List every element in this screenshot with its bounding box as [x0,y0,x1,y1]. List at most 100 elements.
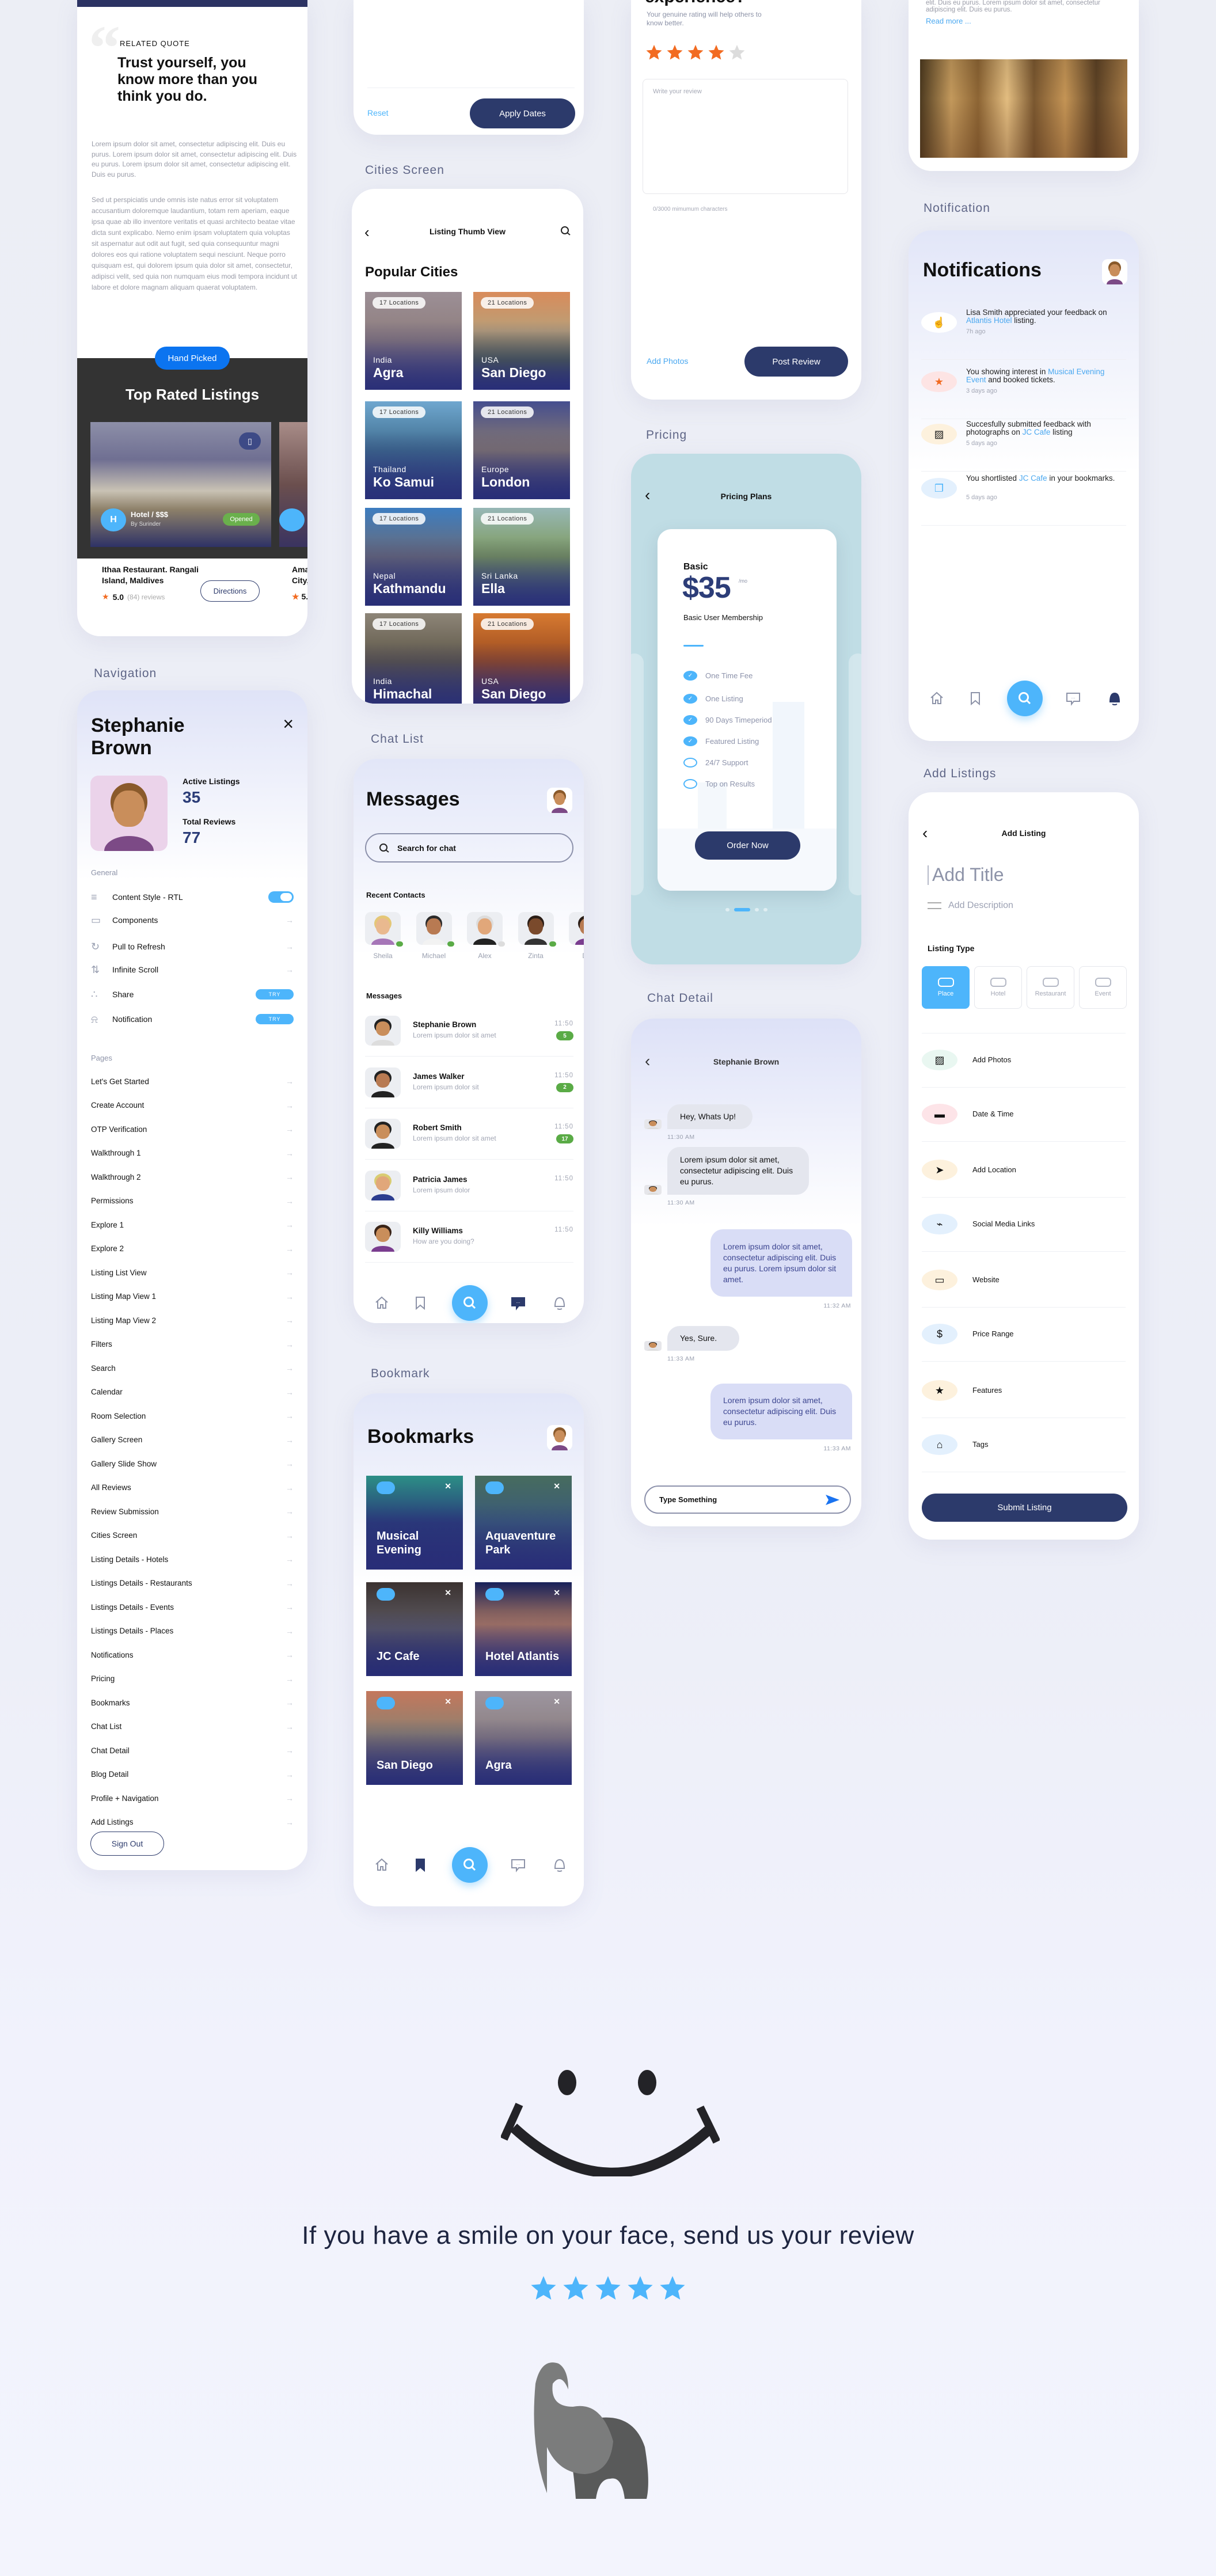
search-button[interactable] [452,1847,488,1883]
remove-bookmark-icon[interactable]: ✕ [444,1588,451,1598]
page-link[interactable]: Explore 1 → [91,1218,294,1231]
bookmark-icon[interactable] [413,1295,428,1310]
add-listing-option[interactable]: ➤ Add Location [922,1157,1126,1183]
page-link[interactable]: Listings Details - Restaurants → [91,1577,294,1590]
page-link[interactable]: Permissions → [91,1195,294,1207]
add-listing-option[interactable]: ★ Features [922,1378,1126,1403]
city-tile[interactable]: 17 Locations Nepal Kathmandu [365,508,462,606]
next-plan-card[interactable] [849,654,861,895]
order-now-button[interactable]: Order Now [695,831,800,860]
page-link[interactable]: Cities Screen → [91,1529,294,1542]
bookmark-tile[interactable]: ✕ San Diego [366,1691,463,1785]
home-icon[interactable] [374,1295,389,1310]
contact-avatar[interactable] [467,912,503,945]
directions-button[interactable]: Directions [200,580,260,602]
message-input[interactable]: Type Something [644,1485,851,1514]
page-link[interactable]: Gallery Screen → [91,1434,294,1446]
page-link[interactable]: Walkthrough 2 → [91,1171,294,1183]
page-link[interactable]: Listings Details - Places → [91,1625,294,1637]
page-link[interactable]: Chat List → [91,1720,294,1733]
page-link[interactable]: Gallery Slide Show → [91,1457,294,1470]
page-link[interactable]: Profile + Navigation → [91,1792,294,1804]
rating-star-icon[interactable] [728,44,746,61]
add-listing-option[interactable]: $ Price Range [922,1321,1126,1347]
carousel-dot[interactable] [763,908,767,911]
carousel-dot[interactable] [734,908,750,911]
bookmark-tile[interactable]: ✕ Hotel Atlantis [475,1582,572,1676]
listing-type-event[interactable]: Event [1079,966,1127,1009]
add-listing-option[interactable]: ⌁ Social Media Links [922,1211,1126,1237]
bookmark-icon[interactable] [413,1857,428,1872]
bell-icon[interactable] [1107,691,1122,706]
remove-bookmark-icon[interactable]: ✕ [553,1697,560,1707]
chat-row[interactable]: Robert Smith Lorem ipsum dolor sit amet 11… [365,1115,573,1152]
footer-star-icon[interactable] [659,2274,686,2302]
user-avatar[interactable] [547,1425,572,1450]
page-link[interactable]: Listing List View → [91,1266,294,1279]
bookmark-button[interactable]: ▯ [239,432,261,450]
page-link[interactable]: Notifications → [91,1648,294,1661]
notification-item[interactable]: ★ You showing interest in Musical Evening… [921,368,1126,414]
page-link[interactable]: Search → [91,1362,294,1374]
city-tile[interactable]: 17 Locations India Himachal [365,613,462,704]
notification-item[interactable]: ❐ You shortlisted JC Cafe in your bookmar… [921,474,1126,520]
home-icon[interactable] [374,1857,389,1872]
bookmark-tile[interactable]: ✕ Musical Evening [366,1476,463,1570]
page-link[interactable]: Calendar → [91,1386,294,1399]
page-link[interactable]: Filters → [91,1338,294,1351]
page-link[interactable]: Listings Details - Events → [91,1601,294,1613]
add-listing-option[interactable]: ▭ Website [922,1267,1126,1293]
add-photos-link[interactable]: Add Photos [647,356,688,366]
chat-row[interactable]: Patricia James Lorem ipsum dolor 11:50 [365,1167,573,1204]
notification-link[interactable]: JC Cafe [1023,428,1051,436]
rating-star-icon[interactable] [666,44,683,61]
page-link[interactable]: Listing Details - Hotels → [91,1553,294,1566]
general-item[interactable]: ▭ Components → [91,913,294,927]
general-item[interactable]: ∴ Share TRY [91,987,294,1001]
try-button[interactable]: TRY [256,1014,294,1024]
carousel-dot[interactable] [725,908,729,911]
footer-star-icon[interactable] [562,2274,590,2302]
bookmark-icon[interactable] [968,691,983,706]
listing-type-hotel[interactable]: Hotel [974,966,1022,1009]
rating-star-icon[interactable] [708,44,725,61]
listing-image[interactable]: ▯ H Hotel / $$$ By Surinder Opened [90,422,271,547]
page-link[interactable]: Listing Map View 2 → [91,1314,294,1327]
page-link[interactable]: Walkthrough 1 → [91,1147,294,1160]
listing-type-restaurant[interactable]: Restaurant [1027,966,1074,1009]
page-link[interactable]: Pricing → [91,1673,294,1685]
listing-image-next[interactable] [279,422,307,547]
general-item[interactable]: ⍾ Notification TRY [91,1012,294,1026]
page-link[interactable]: Create Account → [91,1099,294,1112]
notification-item[interactable]: ▨ Succesfully submitted feedback with pho… [921,420,1126,466]
prev-plan-card[interactable] [631,654,644,895]
search-button[interactable] [1007,681,1043,716]
page-link[interactable]: All Reviews → [91,1481,294,1494]
rating-star-icon[interactable] [687,44,704,61]
footer-star-icon[interactable] [626,2274,654,2302]
contact-avatar[interactable] [416,912,452,945]
sign-out-button[interactable]: Sign Out [90,1832,164,1856]
bell-icon[interactable] [552,1857,567,1872]
try-button[interactable]: TRY [256,989,294,1000]
notification-link[interactable]: Atlantis Hotel [966,316,1012,325]
page-link[interactable]: Let's Get Started → [91,1075,294,1088]
submit-listing-button[interactable]: Submit Listing [922,1494,1127,1522]
city-tile[interactable]: 21 Locations USA San Diego [473,292,570,390]
send-icon[interactable] [826,1494,839,1505]
chat-icon[interactable]: ... [511,1857,526,1872]
chat-row[interactable]: James Walker Lorem ipsum dolor sit 11:50 2 [365,1064,573,1101]
page-link[interactable]: Blog Detail → [91,1768,294,1781]
reset-button[interactable]: Reset [367,108,389,117]
page-link[interactable]: OTP Verification → [91,1123,294,1135]
footer-star-icon[interactable] [530,2274,557,2302]
footer-star-rating[interactable] [0,2274,1216,2302]
home-icon[interactable] [929,691,944,706]
listing-title-partial[interactable]: Ama City, [292,564,307,586]
general-item[interactable]: ≡ Content Style - RTL [91,890,294,904]
remove-bookmark-icon[interactable]: ✕ [444,1481,451,1491]
chat-search-input[interactable]: Search for chat [365,833,573,863]
city-tile[interactable]: 21 Locations USA San Diego [473,613,570,704]
carousel-dots[interactable] [631,908,861,911]
city-tile[interactable]: 17 Locations India Agra [365,292,462,390]
